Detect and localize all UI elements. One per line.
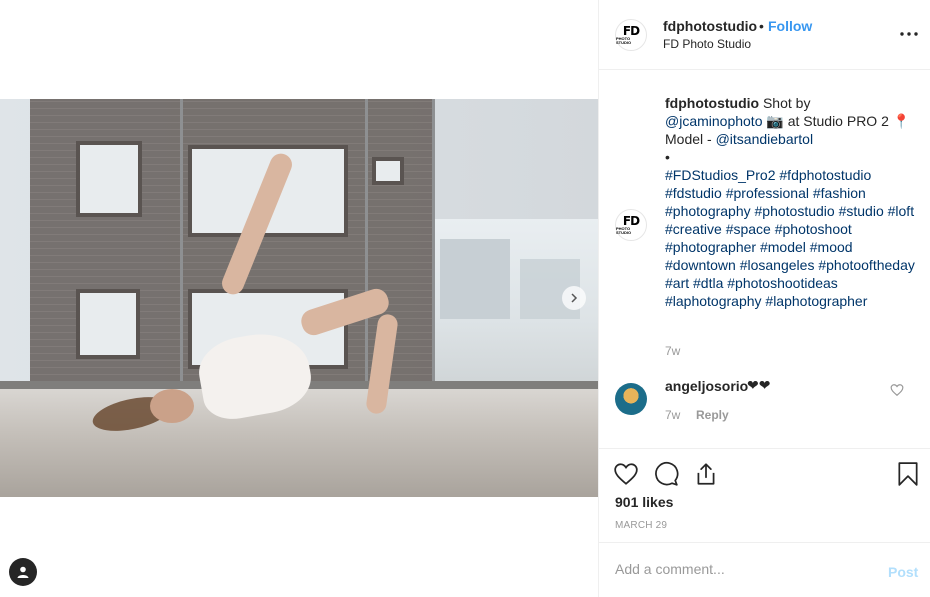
reply-button[interactable]: Reply: [696, 408, 729, 422]
account-username[interactable]: fdphotostudio: [663, 18, 757, 34]
share-icon[interactable]: [693, 461, 719, 487]
post-caption: fdphotostudio Shot by @jcaminophoto 📷 at…: [665, 94, 915, 358]
comment-like-icon[interactable]: [890, 383, 904, 397]
bookmark-icon[interactable]: [895, 461, 921, 487]
post-side-panel: FD PHOTO STUDIO fdphotostudio • Follow F…: [598, 0, 930, 597]
post-comment-button[interactable]: Post: [888, 564, 918, 580]
photo-window: [76, 141, 142, 217]
follow-button[interactable]: Follow: [768, 18, 812, 34]
logo-subtext: PHOTO STUDIO: [616, 36, 632, 45]
more-options-button[interactable]: [899, 26, 919, 42]
chevron-right-icon: [571, 293, 578, 303]
photo-city-building: [440, 239, 510, 319]
user-icon: [17, 566, 29, 578]
logo-subtext: PHOTO STUDIO: [616, 226, 632, 235]
location-link[interactable]: FD Photo Studio: [663, 37, 751, 51]
commenter-username[interactable]: angeljosorio: [665, 378, 748, 394]
caption-mention[interactable]: @itsandiebartol: [716, 131, 814, 147]
caption-bullet: •: [665, 149, 670, 165]
caption-text: Model -: [665, 131, 716, 147]
commenter-avatar[interactable]: [615, 383, 647, 415]
photo-floor: [0, 389, 598, 497]
photo-mullion: [365, 99, 368, 389]
photo-window: [372, 157, 404, 185]
post-header: FD PHOTO STUDIO fdphotostudio • Follow F…: [599, 0, 930, 70]
photo-mullion: [180, 99, 183, 389]
media-column: [0, 0, 598, 597]
profile-button[interactable]: [9, 558, 37, 586]
caption-text: Shot by: [759, 95, 811, 111]
heart-icon[interactable]: [613, 461, 639, 487]
add-comment-bar: Post: [599, 542, 930, 597]
next-photo-button[interactable]: [562, 286, 586, 310]
post-date[interactable]: MARCH 29: [615, 520, 667, 531]
comment-timestamp[interactable]: 7w: [665, 408, 680, 422]
like-count[interactable]: 901 likes: [615, 494, 673, 510]
account-avatar[interactable]: FD PHOTO STUDIO: [615, 19, 647, 51]
photo-window: [76, 289, 140, 359]
post-photo[interactable]: [0, 99, 598, 497]
comment-item: angeljosorio ❤❤ 7w Reply: [599, 372, 930, 432]
comment-icon[interactable]: [653, 461, 679, 487]
photo-dancer-head: [150, 389, 194, 423]
caption-avatar[interactable]: FD PHOTO STUDIO: [615, 209, 647, 241]
comment-text: ❤❤: [747, 377, 771, 393]
photo-mullion: [432, 99, 435, 389]
caption-mention[interactable]: @jcaminophoto: [665, 113, 763, 129]
action-bar: [599, 448, 930, 498]
separator-dot: •: [759, 18, 764, 34]
comment-input[interactable]: [615, 561, 865, 577]
caption-hashtags[interactable]: #FDStudios_Pro2 #fdphotostudio #fdstudio…: [665, 167, 915, 309]
caption-timestamp[interactable]: 7w: [665, 342, 680, 360]
caption-text: 📷 at Studio PRO 2 📍: [762, 113, 911, 129]
more-options-icon: [900, 32, 918, 36]
caption-username[interactable]: fdphotostudio: [665, 95, 759, 111]
